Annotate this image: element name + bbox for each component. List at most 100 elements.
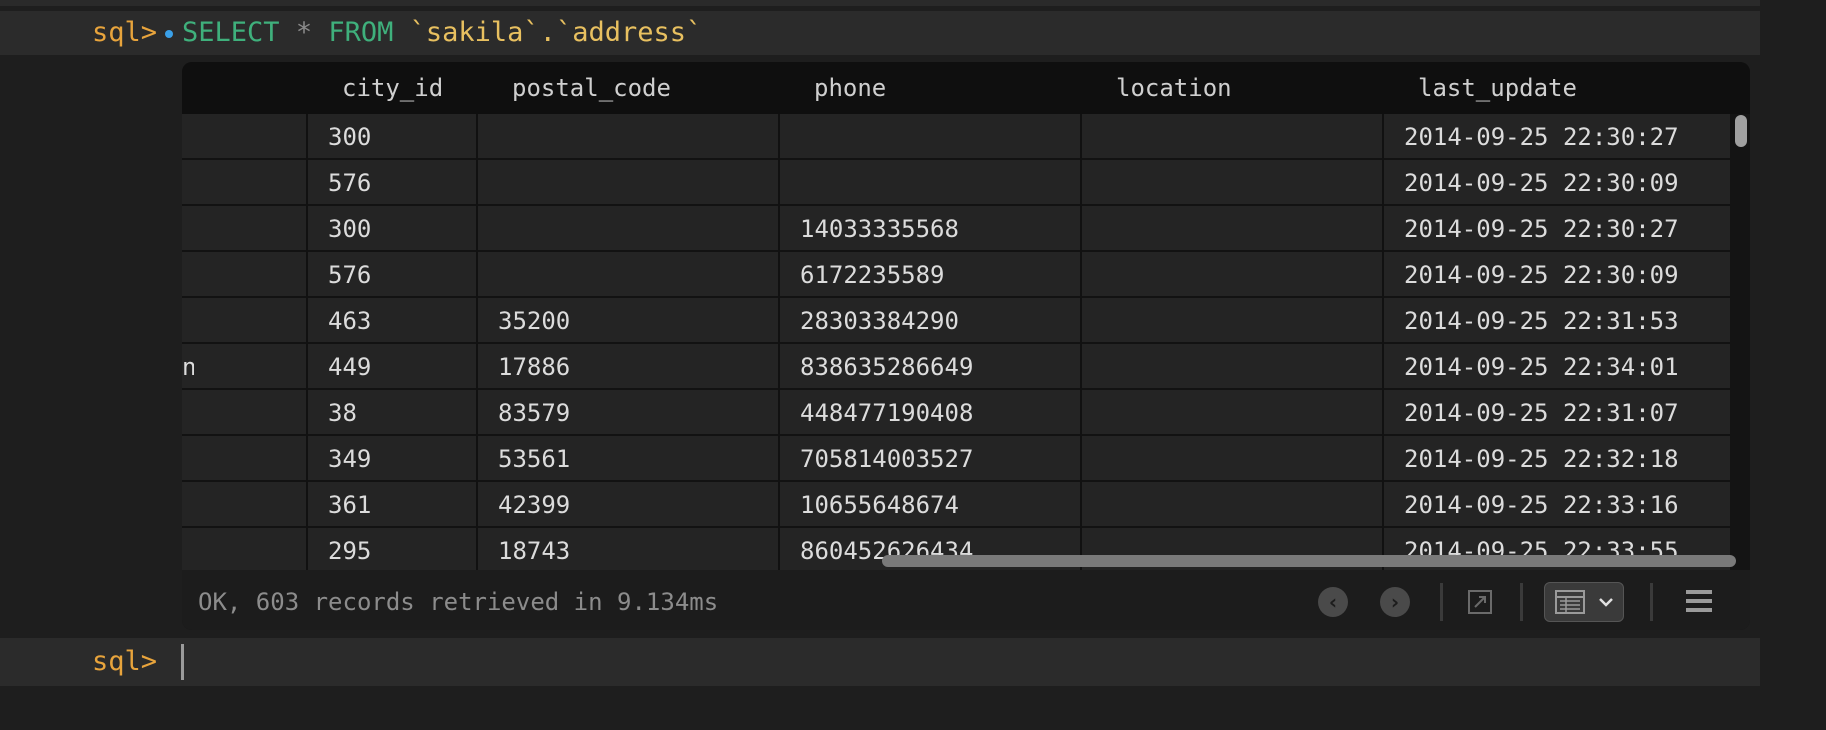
cell-lead: n	[182, 353, 194, 381]
cell-location[interactable]	[1102, 344, 1392, 388]
cell-postal-code[interactable]	[498, 160, 788, 204]
cell-phone[interactable]: 838635286649	[800, 344, 1090, 388]
cell-last-update[interactable]: 2014-09-25 22:34:01	[1404, 344, 1724, 388]
table-row[interactable]: 361 42399 10655648674 2014-09-25 22:33:1…	[182, 482, 1730, 528]
cell-city-id[interactable]: 349	[328, 436, 488, 480]
cell-postal-code[interactable]: 83579	[498, 390, 788, 434]
column-divider	[1382, 114, 1384, 614]
table-row[interactable]: 295 18743 860452626434 2014-09-25 22:33:…	[182, 528, 1730, 574]
cell-phone[interactable]: 28303384290	[800, 298, 1090, 342]
cell-last-update[interactable]: 2014-09-25 22:31:53	[1404, 298, 1724, 342]
cell-postal-code[interactable]: 17886	[498, 344, 788, 388]
table-row[interactable]: 349 53561 705814003527 2014-09-25 22:32:…	[182, 436, 1730, 482]
column-header-last-update[interactable]: last_update	[1418, 62, 1577, 114]
cell-phone[interactable]: 14033335568	[800, 206, 1090, 250]
cell-lead	[182, 528, 194, 572]
table-row[interactable]: 463 35200 28303384290 2014-09-25 22:31:5…	[182, 298, 1730, 344]
right-gutter	[1760, 0, 1826, 730]
table-row[interactable]: 300 2014-09-25 22:30:27	[182, 114, 1730, 160]
table-row[interactable]: 576 2014-09-25 22:30:09	[182, 160, 1730, 206]
cell-city-id[interactable]: 300	[328, 206, 488, 250]
cell-postal-code[interactable]	[498, 114, 788, 158]
cell-city-id[interactable]: 463	[328, 298, 488, 342]
cell-last-update[interactable]: 2014-09-25 22:31:07	[1404, 390, 1724, 434]
column-header-location[interactable]: location	[1116, 62, 1232, 114]
cell-location[interactable]	[1102, 482, 1392, 526]
horizontal-scrollbar-thumb[interactable]	[882, 555, 1736, 567]
grid-body[interactable]: 300 2014-09-25 22:30:27 576 2014-09-25 2…	[182, 114, 1730, 614]
select-keyword: SELECT	[182, 17, 280, 48]
toolbar-separator	[1440, 583, 1443, 621]
result-panel: city_id postal_code phone location last_…	[182, 62, 1750, 630]
column-divider	[778, 114, 780, 614]
cell-city-id[interactable]: 300	[328, 114, 488, 158]
cell-location[interactable]	[1102, 390, 1392, 434]
table-row[interactable]: 576 6172235589 2014-09-25 22:30:09	[182, 252, 1730, 298]
cell-city-id[interactable]: 576	[328, 160, 488, 204]
cell-city-id[interactable]: 449	[328, 344, 488, 388]
cell-location[interactable]	[1102, 252, 1392, 296]
from-keyword: FROM	[328, 17, 394, 48]
cell-location[interactable]	[1102, 298, 1392, 342]
text-cursor	[181, 644, 184, 680]
column-header-phone[interactable]: phone	[814, 62, 886, 114]
cell-postal-code[interactable]	[498, 206, 788, 250]
cell-location[interactable]	[1102, 206, 1392, 250]
view-mode-dropdown[interactable]	[1544, 582, 1624, 622]
table-view-icon	[1555, 590, 1585, 618]
cell-postal-code[interactable]: 35200	[498, 298, 788, 342]
cell-phone[interactable]: 705814003527	[800, 436, 1090, 480]
top-strip	[0, 0, 1760, 6]
chevron-left-icon[interactable]: ‹	[1318, 587, 1348, 617]
cell-lead	[182, 482, 194, 526]
chevron-down-icon	[1597, 593, 1615, 615]
grid-header: city_id postal_code phone location last_…	[182, 62, 1750, 114]
column-header-postal-code[interactable]: postal_code	[512, 62, 671, 114]
status-bar: OK, 603 records retrieved in 9.134ms ‹ ›	[182, 570, 1750, 630]
cell-city-id[interactable]: 361	[328, 482, 488, 526]
status-message: OK, 603 records retrieved in 9.134ms	[198, 588, 719, 616]
cell-last-update[interactable]: 2014-09-25 22:30:27	[1404, 114, 1724, 158]
cell-phone[interactable]: 448477190408	[800, 390, 1090, 434]
cell-lead	[182, 160, 194, 204]
cell-last-update[interactable]: 2014-09-25 22:32:18	[1404, 436, 1724, 480]
query-prompt: sql>	[92, 17, 158, 48]
cell-phone[interactable]: 6172235589	[800, 252, 1090, 296]
toolbar-separator	[1520, 583, 1523, 621]
cell-city-id[interactable]: 576	[328, 252, 488, 296]
cell-postal-code[interactable]	[498, 252, 788, 296]
cell-phone[interactable]	[800, 114, 1090, 158]
table-row[interactable]: n 449 17886 838635286649 2014-09-25 22:3…	[182, 344, 1730, 390]
menu-icon[interactable]	[1684, 586, 1714, 616]
sql-statement[interactable]: SELECT * FROM `sakila`.`address`	[182, 11, 702, 55]
cell-postal-code[interactable]: 53561	[498, 436, 788, 480]
cell-last-update[interactable]: 2014-09-25 22:30:09	[1404, 160, 1724, 204]
cell-location[interactable]	[1102, 436, 1392, 480]
expand-icon[interactable]	[1466, 588, 1494, 616]
cell-last-update[interactable]: 2014-09-25 22:30:09	[1404, 252, 1724, 296]
column-divider	[306, 114, 308, 614]
column-header-city-id[interactable]: city_id	[342, 62, 443, 114]
cell-city-id[interactable]: 295	[328, 528, 488, 572]
cell-lead	[182, 436, 194, 480]
cell-lead	[182, 114, 194, 158]
sql-input-line[interactable]: sql>	[0, 638, 1760, 686]
vertical-scrollbar-thumb[interactable]	[1735, 115, 1747, 147]
cell-postal-code[interactable]: 42399	[498, 482, 788, 526]
input-prompt: sql>	[92, 646, 158, 677]
cell-city-id[interactable]: 38	[328, 390, 488, 434]
query-line[interactable]: sql> SELECT * FROM `sakila`.`address`	[0, 11, 1760, 55]
cell-last-update[interactable]: 2014-09-25 22:33:16	[1404, 482, 1724, 526]
cell-location[interactable]	[1102, 160, 1392, 204]
cell-last-update[interactable]: 2014-09-25 22:30:27	[1404, 206, 1724, 250]
cell-location[interactable]	[1102, 114, 1392, 158]
cell-phone[interactable]	[800, 160, 1090, 204]
chevron-right-icon[interactable]: ›	[1380, 587, 1410, 617]
cell-phone[interactable]: 10655648674	[800, 482, 1090, 526]
table-row[interactable]: 38 83579 448477190408 2014-09-25 22:31:0…	[182, 390, 1730, 436]
table-reference: `sakila`.`address`	[409, 17, 703, 48]
cell-postal-code[interactable]: 18743	[498, 528, 788, 572]
table-row[interactable]: 300 14033335568 2014-09-25 22:30:27	[182, 206, 1730, 252]
cell-lead	[182, 390, 194, 434]
run-indicator-dot	[165, 30, 173, 38]
